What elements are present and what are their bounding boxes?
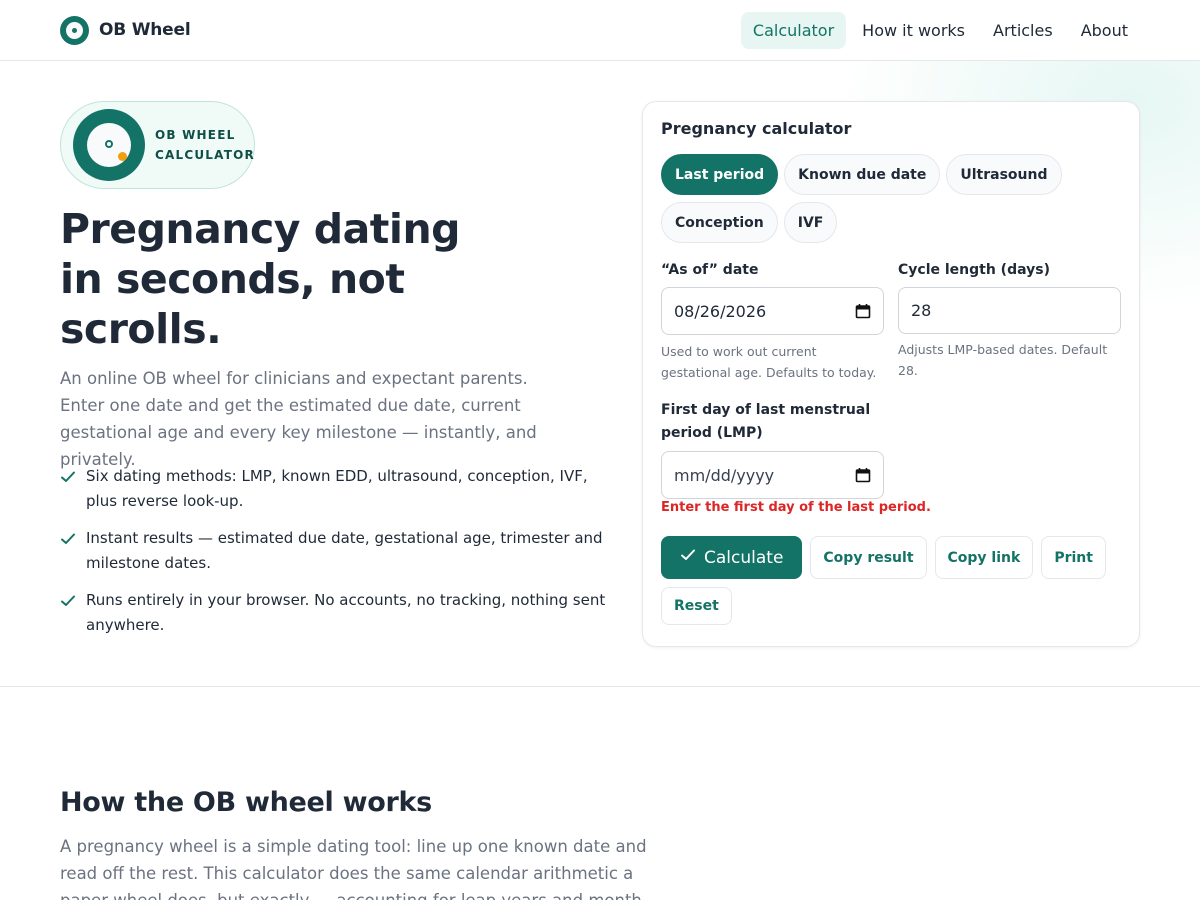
- calendar-icon[interactable]: [855, 303, 871, 319]
- feature-item: Runs entirely in your browser. No accoun…: [60, 588, 610, 638]
- check-icon: [680, 547, 696, 568]
- feature-text: Six dating methods: LMP, known EDD, ultr…: [86, 467, 588, 510]
- as-of-date-value: 08/26/2026: [674, 301, 767, 321]
- cycle-length-value: 28: [911, 301, 932, 320]
- calculate-button[interactable]: Calculate: [661, 536, 803, 579]
- method-ultrasound[interactable]: Ultrasound: [946, 154, 1062, 195]
- how-it-works-title: How the OB wheel works: [60, 787, 432, 818]
- method-ivf[interactable]: IVF: [783, 202, 838, 243]
- ob-wheel-icon: [73, 109, 145, 181]
- calculate-label: Calculate: [704, 547, 784, 568]
- as-of-date-input[interactable]: 08/26/2026: [661, 287, 884, 335]
- method-conception[interactable]: Conception: [661, 202, 778, 243]
- calculator-title: Pregnancy calculator: [661, 119, 852, 138]
- print-button[interactable]: Print: [1041, 536, 1106, 579]
- nav-articles[interactable]: Articles: [981, 12, 1065, 49]
- how-it-works-body: A pregnancy wheel is a simple dating too…: [60, 837, 647, 900]
- lmp-label: First day of last menstrual period (LMP): [661, 402, 871, 441]
- badge-line-1: OB WHEEL: [155, 128, 236, 142]
- hero-title: Pregnancy dating in seconds, not scrolls…: [60, 204, 480, 354]
- nav-about[interactable]: About: [1069, 12, 1140, 49]
- cycle-length-label: Cycle length (days): [898, 262, 1050, 278]
- as-of-label: “As of” date: [661, 262, 759, 278]
- check-icon: [60, 588, 76, 613]
- calculator-actions: Calculate Copy result Copy link Print Re…: [661, 536, 1131, 625]
- nav-how-it-works[interactable]: How it works: [850, 12, 977, 49]
- badge-text: OB WHEEL CALCULATOR: [155, 125, 255, 165]
- site-header: OB Wheel Calculator How it works Article…: [0, 0, 1200, 61]
- cycle-length-input[interactable]: 28: [898, 287, 1121, 334]
- feature-item: Instant results — estimated due date, ge…: [60, 526, 610, 576]
- calendar-icon[interactable]: [855, 467, 871, 483]
- feature-text: Instant results — estimated due date, ge…: [86, 529, 603, 572]
- copy-result-button[interactable]: Copy result: [810, 536, 927, 579]
- method-last-period[interactable]: Last period: [661, 154, 779, 195]
- feature-text: Runs entirely in your browser. No accoun…: [86, 591, 606, 634]
- method-tabs: Last period Known due date Ultrasound Co…: [661, 154, 1081, 243]
- feature-list: Six dating methods: LMP, known EDD, ultr…: [60, 464, 610, 650]
- check-icon: [60, 464, 76, 489]
- hero-title-line-1: Pregnancy dating: [60, 205, 460, 253]
- brand[interactable]: OB Wheel: [60, 15, 191, 45]
- cycle-length-hint: Adjusts LMP-based dates. Default 28.: [898, 342, 1108, 378]
- reset-button[interactable]: Reset: [661, 587, 732, 625]
- calculator-card: Pregnancy calculator Last period Known d…: [642, 101, 1140, 647]
- hero-badge: OB WHEEL CALCULATOR: [60, 101, 255, 189]
- copy-link-button[interactable]: Copy link: [934, 536, 1034, 579]
- brand-name: OB Wheel: [99, 20, 191, 40]
- as-of-hint: Used to work out current gestational age…: [661, 344, 877, 380]
- lmp-error-message: Enter the first day of the last period.: [661, 500, 931, 515]
- badge-line-2: CALCULATOR: [155, 148, 255, 162]
- nav-calculator[interactable]: Calculator: [740, 11, 847, 49]
- hero-subtitle: An online OB wheel for clinicians and ex…: [60, 369, 537, 469]
- hero-section: OB WHEEL CALCULATOR Pregnancy dating in …: [0, 61, 1200, 687]
- feature-item: Six dating methods: LMP, known EDD, ultr…: [60, 464, 610, 514]
- lmp-placeholder: mm/dd/yyyy: [674, 465, 775, 485]
- lmp-date-input[interactable]: mm/dd/yyyy: [661, 451, 884, 499]
- hero-title-line-3: scrolls.: [60, 305, 222, 353]
- method-known-due-date[interactable]: Known due date: [784, 154, 941, 195]
- wheel-logo-icon: [60, 15, 89, 45]
- main-nav: Calculator How it works Articles About: [740, 11, 1140, 49]
- check-icon: [60, 526, 76, 551]
- hero-title-line-2: in seconds, not: [60, 255, 405, 303]
